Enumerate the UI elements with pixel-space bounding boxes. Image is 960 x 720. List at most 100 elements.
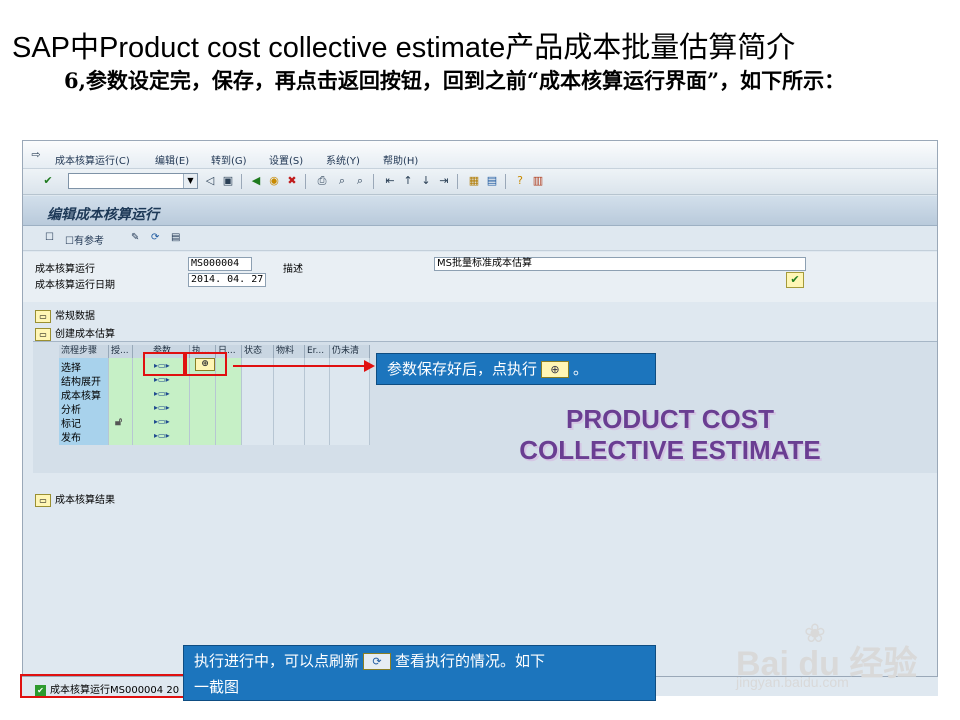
pencil-icon[interactable]: ✎ [131, 232, 139, 243]
parameter-arrow-icon[interactable]: ▸▭▸ [154, 375, 170, 384]
general-data-section[interactable]: ▭ 常规数据 [35, 307, 95, 323]
folder-open-icon: ▭ [35, 327, 51, 341]
refresh-callout-text-3: 一截图 [194, 678, 240, 696]
grid-header-errors: Er... [305, 345, 330, 358]
exit-icon[interactable]: ◉ [267, 174, 281, 188]
with-reference-label: 有参考 [73, 236, 104, 247]
step-marking[interactable]: 标记 [61, 415, 81, 430]
grid-column-material [274, 358, 305, 445]
menu-bar: ⇨ 成本核算运行(C) 编辑(E) 转到(G) 设置(S) 系统(Y) 帮助(H… [23, 141, 937, 169]
help-icon[interactable]: ? [513, 174, 527, 188]
costing-results-section[interactable]: ▭ 成本核算结果 [35, 491, 115, 507]
collapse-icon[interactable]: ◁ [203, 174, 217, 188]
with-reference-button[interactable]: ☐有参考 [65, 232, 104, 247]
lock-icon: 🔓︎ [115, 415, 123, 428]
grid-header-status: 状态 [242, 345, 274, 358]
execute-callout: 参数保存好后，点执行 ⊕。 [376, 353, 656, 385]
toolbar-separator [373, 174, 374, 189]
grid-column-authorization [109, 358, 133, 445]
folder-icon: ▭ [35, 493, 51, 507]
layout-menu-icon[interactable]: ▥ [531, 174, 545, 188]
toolbar-separator [305, 174, 306, 189]
step-analysis[interactable]: 分析 [61, 401, 81, 416]
overlay-title: PRODUCT COST COLLECTIVE ESTIMATE [490, 404, 850, 466]
menu-system[interactable]: 系统(Y) [326, 152, 360, 167]
description-field[interactable]: MS批量标准成本估算 [434, 257, 806, 271]
cancel-icon[interactable]: ✖ [285, 174, 299, 188]
menu-goto[interactable]: 转到(G) [211, 152, 247, 167]
standard-toolbar: ✔ ▼ ◁ ▣ ◀ ◉ ✖ ⎙ ⌕ ⌕ ⇤ ↑ ↓ ⇥ ▦ ▤ ? ▥ [23, 169, 937, 195]
refresh-icon: ⟳ [363, 653, 392, 670]
costing-results-label: 成本核算结果 [55, 495, 115, 506]
last-page-icon[interactable]: ⇥ [437, 174, 451, 188]
create-estimate-label: 创建成本估算 [55, 329, 115, 340]
refresh-callout-text-2: 查看执行的情况。如下 [395, 652, 546, 670]
overlay-title-line-2: COLLECTIVE ESTIMATE [519, 435, 821, 465]
chevron-down-icon[interactable]: ▼ [183, 174, 197, 188]
step-costing[interactable]: 成本核算 [61, 387, 101, 402]
refresh-callout: 执行进行中，可以点刷新 ⟳ 查看执行的情况。如下 一截图 [183, 645, 656, 701]
pointer-arrowhead [364, 360, 375, 372]
save-icon[interactable]: ▣ [221, 174, 235, 188]
shortcut-icon[interactable]: ▤ [485, 174, 499, 188]
toolbar-separator [505, 174, 506, 189]
costing-date-field[interactable]: 2014. 04. 27 [188, 273, 266, 287]
menu-help[interactable]: 帮助(H) [383, 152, 418, 167]
step-selection[interactable]: 选择 [61, 359, 81, 374]
application-toolbar: ☐ ☐有参考 ✎ ⟳ ▤ [23, 227, 937, 251]
find-icon[interactable]: ⌕ [335, 174, 349, 188]
screen-title-area: 编辑成本核算运行 [23, 196, 937, 226]
new-session-icon[interactable]: ▦ [467, 174, 481, 188]
enter-icon[interactable]: ✔ [41, 174, 55, 188]
execute-callout-end: 。 [573, 360, 589, 378]
print-icon[interactable]: ⎙ [315, 174, 329, 188]
slide-title: SAP中Product cost collective estimate产品成本… [12, 32, 796, 64]
toolbar-separator [241, 174, 242, 189]
create-icon[interactable]: ☐ [45, 232, 54, 243]
parameter-highlight [143, 352, 185, 376]
confirm-icon[interactable]: ✔ [786, 272, 804, 288]
costing-run-field[interactable]: MS000004 [188, 257, 252, 271]
find-next-icon[interactable]: ⌕ [353, 174, 367, 188]
costing-run-label: 成本核算运行 [35, 264, 95, 275]
general-data-label: 常规数据 [55, 311, 95, 322]
parameter-arrow-icon[interactable]: ▸▭▸ [154, 431, 170, 440]
status-highlight [20, 674, 190, 698]
grid-header-authorization: 授... [109, 345, 133, 358]
grid-column-errors [305, 358, 330, 445]
grid-column-status [242, 358, 274, 445]
execute-icon: ⊕ [541, 361, 570, 378]
refresh-callout-text-1: 执行进行中，可以点刷新 [194, 652, 360, 670]
previous-page-icon[interactable]: ↑ [401, 174, 415, 188]
execute-highlight [185, 352, 227, 376]
overlay-title-line-1: PRODUCT COST [566, 404, 774, 434]
menu-costing-run[interactable]: 成本核算运行(C) [55, 152, 130, 167]
copy-icon: ☐ [65, 236, 74, 247]
costing-date-label: 成本核算运行日期 [35, 280, 115, 291]
display-icon[interactable]: ▤ [171, 232, 180, 243]
slide-instructions: 6,参数设定完，保存，再点击返回按钮，回到之前“成本核算运行界面”，如下所示： [14, 66, 944, 95]
next-page-icon[interactable]: ↓ [419, 174, 433, 188]
exit-menu-icon[interactable]: ⇨ [29, 148, 43, 162]
baidu-logo-url: jingyan.baidu.com [736, 674, 849, 690]
slide-instructions-text: 6,参数设定完，保存，再点击返回按钮，回到之前“成本核算运行界面”，如下所示： [64, 68, 846, 93]
grid-header-open: 仍未清 [330, 345, 370, 358]
step-release[interactable]: 发布 [61, 429, 81, 444]
menu-settings[interactable]: 设置(S) [269, 152, 303, 167]
baidu-logo: ❀ Bai du 经验 jingyan.baidu.com [736, 618, 936, 690]
parameter-arrow-icon[interactable]: ▸▭▸ [154, 389, 170, 398]
screen-title: 编辑成本核算运行 [47, 207, 159, 223]
refresh-icon[interactable]: ⟳ [151, 232, 159, 243]
first-page-icon[interactable]: ⇤ [383, 174, 397, 188]
pointer-line [233, 365, 365, 367]
command-field[interactable]: ▼ [68, 173, 198, 189]
toolbar-separator [457, 174, 458, 189]
create-estimate-section[interactable]: ▭ 创建成本估算 [35, 325, 115, 341]
parameter-arrow-icon[interactable]: ▸▭▸ [154, 417, 170, 426]
parameter-arrow-icon[interactable]: ▸▭▸ [154, 403, 170, 412]
grid-header-flow-step: 流程步骤 [59, 345, 109, 358]
step-bom-explosion[interactable]: 结构展开 [61, 373, 101, 388]
menu-edit[interactable]: 编辑(E) [155, 152, 189, 167]
back-icon[interactable]: ◀ [249, 174, 263, 188]
folder-icon: ▭ [35, 309, 51, 323]
